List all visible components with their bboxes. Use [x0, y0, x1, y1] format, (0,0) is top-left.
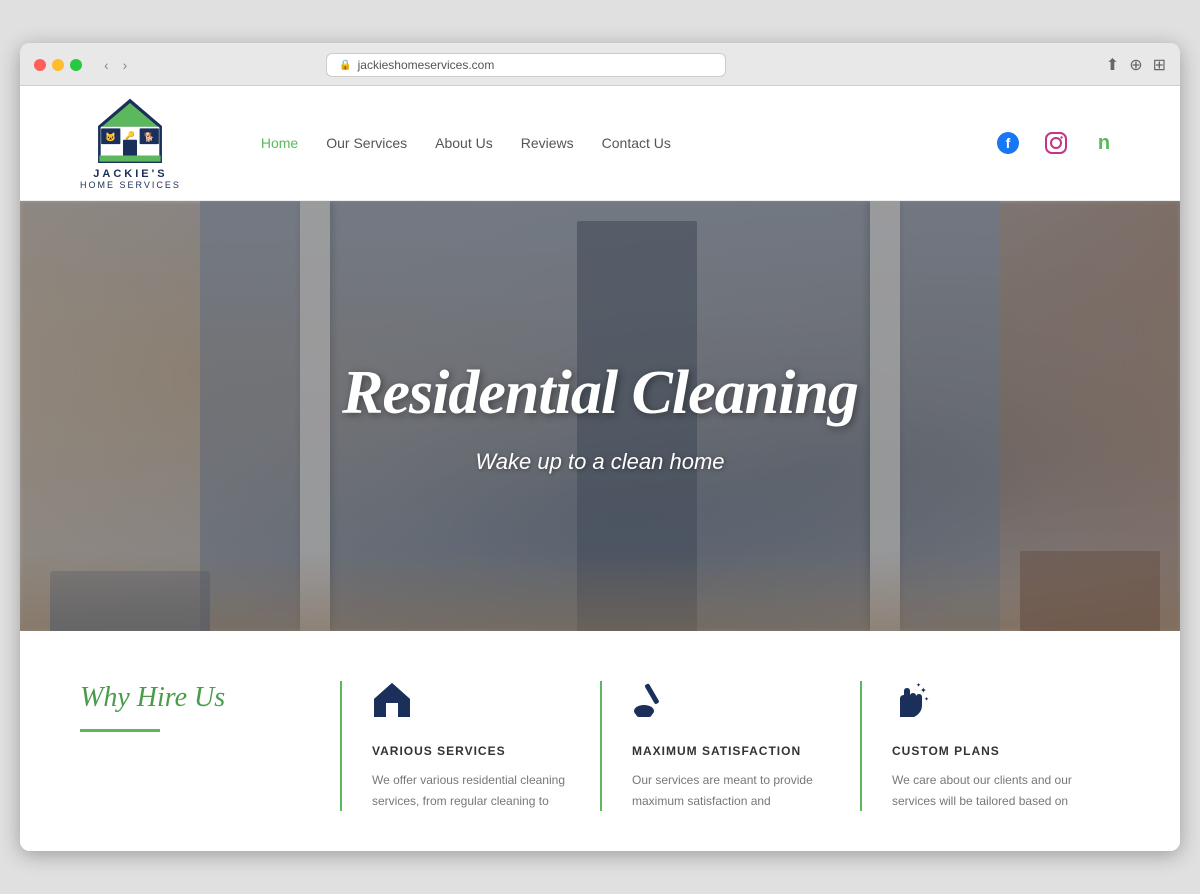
nav-contact[interactable]: Contact Us	[602, 135, 671, 151]
service-item-satisfaction: MAXIMUM SATISFACTION Our services are me…	[600, 681, 860, 811]
main-nav: Home Our Services About Us Reviews Conta…	[261, 135, 671, 151]
service-items-list: VARIOUS SERVICES We offer various reside…	[340, 681, 1120, 811]
address-bar[interactable]: 🔒 jackieshomeservices.com	[326, 53, 726, 77]
website-content: 🐱 🐕 🔑 JACKIE'S HOME SERVICES	[20, 86, 1180, 851]
browser-window: ‹ › 🔒 jackieshomeservices.com ⬆ ⊕ ⊞	[20, 43, 1180, 851]
service-name-custom: CUSTOM PLANS	[892, 744, 1090, 758]
hero-content: Residential Cleaning Wake up to a clean …	[342, 358, 858, 475]
hero-title: Residential Cleaning	[342, 358, 858, 429]
nav-reviews[interactable]: Reviews	[521, 135, 574, 151]
nav-about[interactable]: About Us	[435, 135, 493, 151]
nextdoor-icon[interactable]: n	[1088, 127, 1120, 159]
service-icon-house	[372, 681, 570, 728]
service-item-various: VARIOUS SERVICES We offer various reside…	[340, 681, 600, 811]
service-name-satisfaction: MAXIMUM SATISFACTION	[632, 744, 830, 758]
new-tab-icon[interactable]: ⊕	[1129, 55, 1142, 75]
logo-text: JACKIE'S HOME SERVICES	[80, 168, 181, 190]
service-desc-various: We offer various residential cleaning se…	[372, 770, 570, 811]
back-button[interactable]: ‹	[100, 55, 113, 75]
browser-chrome: ‹ › 🔒 jackieshomeservices.com ⬆ ⊕ ⊞	[20, 43, 1180, 86]
lock-icon: 🔒	[339, 60, 351, 71]
svg-text:🐱: 🐱	[106, 132, 117, 142]
service-icon-hand: ✦ ✦ ✦	[892, 681, 1090, 728]
nav-home[interactable]: Home	[261, 135, 298, 151]
browser-actions: ⬆ ⊕ ⊞	[1106, 55, 1166, 75]
hero-subtitle: Wake up to a clean home	[342, 449, 858, 475]
title-underline	[80, 729, 160, 732]
site-header: 🐱 🐕 🔑 JACKIE'S HOME SERVICES	[20, 86, 1180, 201]
service-desc-custom: We care about our clients and our servic…	[892, 770, 1090, 811]
service-icon-broom	[632, 681, 830, 728]
share-icon[interactable]: ⬆	[1106, 55, 1119, 75]
dot-close[interactable]	[34, 59, 46, 71]
nav-services[interactable]: Our Services	[326, 135, 407, 151]
logo-area: 🐱 🐕 🔑 JACKIE'S HOME SERVICES	[80, 96, 181, 190]
url-text: jackieshomeservices.com	[358, 58, 495, 72]
svg-text:f: f	[1006, 135, 1011, 151]
dot-maximize[interactable]	[70, 59, 82, 71]
services-section: Why Hire Us VARIOUS SERVICES We offer va…	[20, 631, 1180, 851]
social-icons: f n	[992, 127, 1120, 159]
service-item-custom: ✦ ✦ ✦ CUSTOM PLANS We care about our cli…	[860, 681, 1120, 811]
svg-text:✦: ✦	[916, 682, 921, 689]
forward-button[interactable]: ›	[119, 55, 132, 75]
why-hire-title: Why Hire Us	[80, 681, 310, 715]
sidebar-icon[interactable]: ⊞	[1153, 55, 1166, 75]
browser-dots	[34, 59, 82, 71]
svg-text:🔑: 🔑	[126, 130, 136, 140]
instagram-icon[interactable]	[1040, 127, 1072, 159]
service-name-various: VARIOUS SERVICES	[372, 744, 570, 758]
logo-image: 🐱 🐕 🔑	[95, 96, 165, 166]
svg-text:n: n	[1098, 132, 1110, 154]
hero-section: Residential Cleaning Wake up to a clean …	[20, 201, 1180, 631]
svg-text:🐕: 🐕	[144, 132, 155, 142]
svg-text:✦: ✦	[924, 696, 929, 703]
why-hire-us-panel: Why Hire Us	[80, 681, 340, 811]
svg-text:✦: ✦	[920, 686, 927, 695]
service-desc-satisfaction: Our services are meant to provide maximu…	[632, 770, 830, 811]
dot-minimize[interactable]	[52, 59, 64, 71]
browser-nav-buttons: ‹ ›	[100, 55, 131, 75]
facebook-icon[interactable]: f	[992, 127, 1024, 159]
